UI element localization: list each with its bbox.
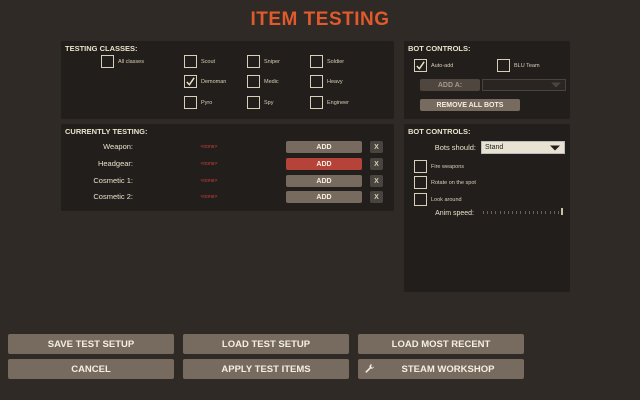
checkbox-label: Medic	[264, 79, 279, 85]
checkbox-all-classes[interactable]	[101, 55, 114, 68]
item-testing-screen: ITEM TESTING TESTING CLASSES: All classe…	[0, 0, 640, 400]
checkbox-label: BLU Team	[514, 63, 540, 69]
save-test-setup-button[interactable]: SAVE TEST SETUP	[8, 334, 174, 354]
clear-weapon-button[interactable]: X	[370, 141, 383, 153]
remove-all-bots-button[interactable]: REMOVE ALL BOTS	[420, 99, 520, 111]
checkbox-auto-add[interactable]	[414, 59, 427, 72]
bot-controls-top-title: BOT CONTROLS:	[408, 44, 471, 53]
bots-should-dropdown[interactable]: Stand	[481, 141, 565, 154]
checkbox-label: All classes	[118, 59, 144, 65]
checkbox-medic[interactable]	[247, 75, 260, 88]
row-label: Cosmetic 2:	[93, 192, 133, 201]
checkmark-icon	[186, 77, 195, 86]
page-title: ITEM TESTING	[250, 9, 390, 30]
checkbox-look-around[interactable]	[414, 193, 427, 206]
add-a-button[interactable]: ADD A:	[420, 79, 480, 91]
checkbox-fire-weapons[interactable]	[414, 160, 427, 173]
row-value: <none>	[200, 144, 218, 150]
steam-workshop-button[interactable]: STEAM WORKSHOP	[358, 359, 524, 379]
add-weapon-button[interactable]: ADD	[286, 141, 362, 153]
checkbox-label: Spy	[264, 100, 274, 106]
row-value: <none>	[200, 178, 218, 184]
steam-workshop-label: STEAM WORKSHOP	[401, 363, 495, 375]
checkbox-heavy[interactable]	[310, 75, 323, 88]
bot-controls-bottom-panel: BOT CONTROLS: Bots should: Stand Fire we…	[404, 124, 570, 292]
checkbox-rotate[interactable]	[414, 176, 427, 189]
checkbox-scout[interactable]	[184, 55, 197, 68]
load-test-setup-button[interactable]: LOAD TEST SETUP	[183, 334, 349, 354]
checkbox-label: Demoman	[201, 79, 227, 85]
checkbox-label: Sniper	[264, 59, 280, 65]
currently-testing-panel: CURRENTLY TESTING: Weapon: <none> ADD X …	[61, 124, 394, 211]
add-cosmetic-1-button[interactable]: ADD	[286, 175, 362, 187]
apply-test-items-button[interactable]: APPLY TEST ITEMS	[183, 359, 349, 379]
load-most-recent-button[interactable]: LOAD MOST RECENT	[358, 334, 524, 354]
testing-classes-title: TESTING CLASSES:	[65, 44, 138, 53]
wrench-icon	[365, 364, 375, 373]
anim-speed-label: Anim speed:	[435, 210, 474, 217]
bot-controls-top-panel: BOT CONTROLS: Auto-add BLU Team ADD A: R…	[404, 41, 570, 119]
row-value: <none>	[200, 161, 218, 167]
currently-testing-title: CURRENTLY TESTING:	[65, 127, 148, 136]
checkbox-demoman[interactable]	[184, 75, 197, 88]
checkbox-label: Engineer	[327, 100, 350, 106]
testing-classes-panel: TESTING CLASSES: All classes Scout Snipe…	[61, 41, 394, 119]
bots-should-value: Stand	[485, 144, 504, 151]
bot-controls-bottom-title: BOT CONTROLS:	[408, 127, 471, 136]
checkmark-icon	[416, 61, 425, 70]
anim-speed-slider[interactable]	[483, 211, 563, 214]
anim-speed-slider-thumb[interactable]	[561, 208, 563, 215]
chevron-down-icon	[551, 82, 561, 88]
checkbox-spy[interactable]	[247, 96, 260, 109]
add-a-dropdown[interactable]	[482, 79, 566, 91]
clear-cosmetic-1-button[interactable]: X	[370, 175, 383, 187]
checkbox-label: Heavy	[327, 79, 343, 85]
clear-headgear-button[interactable]: X	[370, 158, 383, 170]
chevron-down-icon	[550, 145, 560, 150]
checkbox-label: Look around	[431, 197, 462, 203]
row-label: Headgear:	[97, 159, 133, 168]
checkbox-sniper[interactable]	[247, 55, 260, 68]
checkbox-label: Soldier	[327, 59, 345, 65]
checkbox-label: Auto-add	[431, 63, 454, 69]
row-label: Cosmetic 1:	[93, 176, 133, 185]
row-label: Weapon:	[103, 142, 133, 151]
row-value: <none>	[200, 194, 218, 200]
checkbox-pyro[interactable]	[184, 96, 197, 109]
checkbox-label: Fire weapons	[431, 164, 465, 170]
checkbox-label: Pyro	[201, 100, 213, 106]
add-headgear-button[interactable]: ADD	[286, 158, 362, 170]
checkbox-label: Rotate on the spot	[431, 180, 476, 186]
checkbox-engineer[interactable]	[310, 96, 323, 109]
cancel-button[interactable]: CANCEL	[8, 359, 174, 379]
checkbox-blu-team[interactable]	[497, 59, 510, 72]
clear-cosmetic-2-button[interactable]: X	[370, 191, 383, 203]
checkbox-label: Scout	[201, 59, 216, 65]
bots-should-label: Bots should:	[434, 143, 476, 152]
checkbox-soldier[interactable]	[310, 55, 323, 68]
add-cosmetic-2-button[interactable]: ADD	[286, 191, 362, 203]
